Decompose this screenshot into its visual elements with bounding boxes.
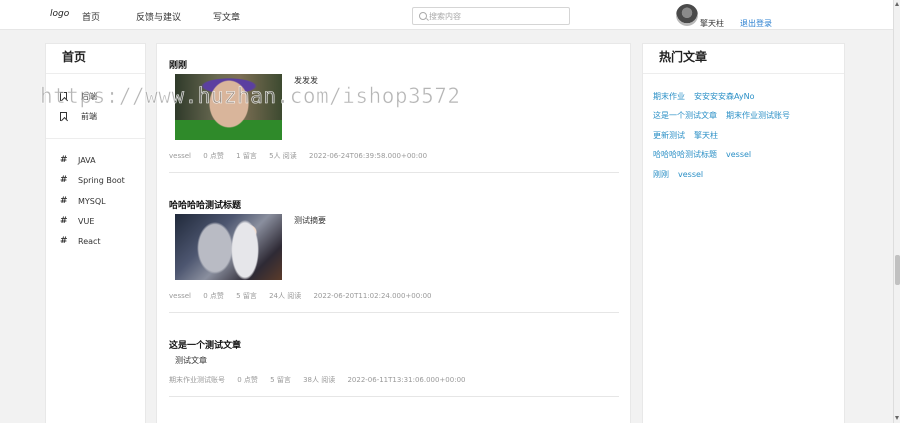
article-comments: 5 留言 <box>270 376 291 384</box>
article-time: 2022-06-20T11:02:24.000+00:00 <box>313 292 432 300</box>
hash-icon: # <box>60 216 68 226</box>
article-summary: 测试文章 <box>175 356 207 365</box>
hot-article-item[interactable]: 哈哈哈哈测试标题 vessel <box>653 149 760 160</box>
tag-label: MYSQL <box>78 196 106 206</box>
article-card[interactable]: 这是一个测试文章 测试文章 期末作业测试账号 0 点赞 5 留言 38人 阅读 … <box>169 338 619 408</box>
watermark: https://www.huzhan.com/ishop3572 <box>40 84 461 109</box>
hot-article-title[interactable]: 更新测试 <box>653 131 685 140</box>
hot-article-author[interactable]: 安安安安森AyNo <box>694 92 755 101</box>
sidebar-item-label: 前端 <box>81 112 97 121</box>
article-author[interactable]: vessel <box>169 292 191 300</box>
sidebar-title: 首页 <box>62 50 87 64</box>
hot-article-author[interactable]: 期末作业测试账号 <box>726 111 790 120</box>
hot-article-item[interactable]: 期末作业 安安安安森AyNo <box>653 91 764 102</box>
tag-label: VUE <box>78 216 95 226</box>
scroll-thumb[interactable] <box>895 255 900 285</box>
hot-article-title[interactable]: 期末作业 <box>653 92 685 101</box>
divider <box>46 73 145 74</box>
tag-label: Spring Boot <box>78 175 125 185</box>
search-input[interactable] <box>429 10 565 23</box>
article-reads: 24人 阅读 <box>269 292 302 300</box>
hot-article-title[interactable]: 刚刚 <box>653 170 669 179</box>
article-meta: 期末作业测试账号 0 点赞 5 留言 38人 阅读 2022-06-11T13:… <box>169 375 475 385</box>
article-card[interactable]: 哈哈哈哈测试标题 测试摘要 vessel 0 点赞 5 留言 24人 阅读 20… <box>169 198 619 318</box>
divider <box>46 138 145 139</box>
nav-write-article[interactable]: 写文章 <box>213 10 240 23</box>
hot-article-author[interactable]: vessel <box>678 170 703 179</box>
hash-icon: # <box>60 175 68 185</box>
article-likes: 0 点赞 <box>203 152 224 160</box>
scroll-down-arrow-icon[interactable] <box>895 416 899 420</box>
hot-article-author[interactable]: 擎天柱 <box>694 131 718 140</box>
article-time: 2022-06-24T06:39:58.000+00:00 <box>309 152 428 160</box>
article-summary: 测试摘要 <box>294 216 326 225</box>
article-likes: 0 点赞 <box>237 376 258 384</box>
divider <box>169 396 619 397</box>
hash-icon: # <box>60 155 68 165</box>
search-icon <box>419 12 427 20</box>
search-box[interactable] <box>412 7 570 25</box>
hash-icon: # <box>60 236 68 246</box>
article-thumbnail[interactable] <box>175 214 282 280</box>
article-reads: 38人 阅读 <box>303 376 336 384</box>
tag-react[interactable]: # React <box>60 236 101 246</box>
bookmark-icon <box>60 112 67 121</box>
hot-article-title[interactable]: 这是一个测试文章 <box>653 111 717 120</box>
article-reads: 5人 阅读 <box>269 152 297 160</box>
avatar[interactable] <box>676 4 698 26</box>
divider <box>169 312 619 313</box>
hot-article-author[interactable]: vessel <box>726 150 751 159</box>
tag-mysql[interactable]: # MYSQL <box>60 196 106 206</box>
article-comments: 1 留言 <box>236 152 257 160</box>
article-time: 2022-06-11T13:31:06.000+00:00 <box>347 376 466 384</box>
username[interactable]: 擎天柱 <box>700 18 724 29</box>
hot-article-item[interactable]: 更新测试 擎天柱 <box>653 130 727 141</box>
hash-icon: # <box>60 196 68 206</box>
article-meta: vessel 0 点赞 5 留言 24人 阅读 2022-06-20T11:02… <box>169 291 441 301</box>
article-author[interactable]: vessel <box>169 152 191 160</box>
article-author[interactable]: 期末作业测试账号 <box>169 376 225 384</box>
hot-article-item[interactable]: 这是一个测试文章 期末作业测试账号 <box>653 110 799 121</box>
article-title[interactable]: 哈哈哈哈测试标题 <box>169 198 619 211</box>
nav-feedback[interactable]: 反馈与建议 <box>136 10 181 23</box>
tag-spring-boot[interactable]: # Spring Boot <box>60 175 125 185</box>
article-comments: 5 留言 <box>236 292 257 300</box>
scroll-up-arrow-icon[interactable] <box>895 2 899 6</box>
tag-java[interactable]: # JAVA <box>60 155 96 165</box>
article-title[interactable]: 这是一个测试文章 <box>169 338 619 351</box>
tag-vue[interactable]: # VUE <box>60 216 94 226</box>
article-likes: 0 点赞 <box>203 292 224 300</box>
scrollbar[interactable] <box>893 0 900 423</box>
divider <box>169 172 619 173</box>
nav-home[interactable]: 首页 <box>82 10 100 23</box>
hot-articles-title: 热门文章 <box>659 50 708 64</box>
article-title[interactable]: 刚刚 <box>169 58 619 71</box>
hot-article-title[interactable]: 哈哈哈哈测试标题 <box>653 150 717 159</box>
top-navbar: logo 首页 反馈与建议 写文章 擎天柱 退出登录 <box>0 0 893 30</box>
tag-label: React <box>78 236 101 246</box>
hot-articles-panel: 热门文章 期末作业 安安安安森AyNo 这是一个测试文章 期末作业测试账号 更新测试… <box>642 43 845 423</box>
tag-label: JAVA <box>78 155 96 165</box>
article-card[interactable]: 刚刚 发发发 vessel 0 点赞 1 留言 5人 阅读 2022-06-24… <box>169 58 619 178</box>
article-meta: vessel 0 点赞 1 留言 5人 阅读 2022-06-24T06:39:… <box>169 151 437 161</box>
hot-article-item[interactable]: 刚刚 vessel <box>653 169 712 180</box>
divider <box>643 73 844 74</box>
logout-link[interactable]: 退出登录 <box>740 18 772 29</box>
logo[interactable]: logo <box>50 9 69 19</box>
sidebar-item-frontend[interactable]: 前端 <box>60 111 97 122</box>
